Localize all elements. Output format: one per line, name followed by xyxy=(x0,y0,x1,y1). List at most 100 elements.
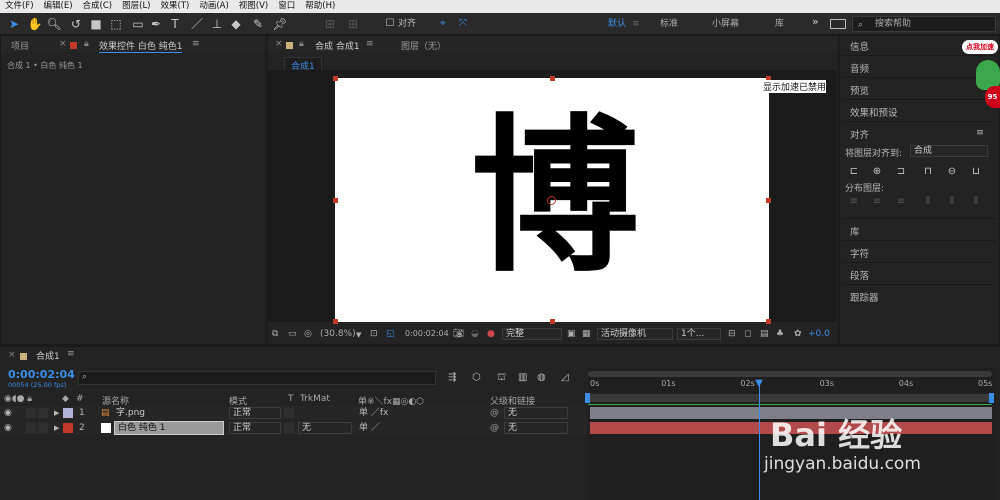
lock-icon[interactable]: 🔒︎ xyxy=(84,39,89,49)
rotate-tool-icon[interactable]: ↺ xyxy=(68,16,84,32)
roto-brush-tool-icon[interactable]: ✎ xyxy=(250,16,266,32)
trkmat-dropdown[interactable]: 无 xyxy=(298,422,352,434)
transform-handle[interactable] xyxy=(333,76,338,81)
workspace-library[interactable]: 库 xyxy=(775,17,784,31)
exposure-reset-icon[interactable]: ✿ xyxy=(794,329,802,339)
close-icon[interactable]: × xyxy=(8,350,16,360)
preview-panel-header[interactable]: 预览 xyxy=(850,83,869,97)
work-area-bar[interactable] xyxy=(588,394,992,402)
effects-presets-panel-header[interactable]: 效果和预设 xyxy=(850,105,898,119)
layer-switches-icons[interactable]: 单 ／fx xyxy=(359,406,388,420)
workspace-standard[interactable]: 标准 xyxy=(660,17,678,31)
expand-arrow-icon[interactable]: ▶ xyxy=(54,406,59,420)
world-axis-icon[interactable]: ⊞ xyxy=(345,16,361,32)
snapshot-icon[interactable]: 📷︎ xyxy=(453,329,464,339)
align-horizontal-center-icon[interactable]: ⊕ xyxy=(871,166,883,178)
layer-row[interactable]: ◉ ▶ 2 白色 纯色 1 正常 无 单 ／ @ 无 xyxy=(0,421,586,435)
zoom-level[interactable]: (30.8%) xyxy=(320,329,356,339)
tab-layer[interactable]: 图层（无） xyxy=(401,39,446,52)
workspace-default[interactable]: 默认 xyxy=(608,17,626,31)
search-help-input[interactable]: 搜索帮助 xyxy=(852,16,996,32)
navigator-bar[interactable] xyxy=(588,371,992,377)
label-color-swatch[interactable] xyxy=(63,408,73,418)
transform-handle[interactable] xyxy=(766,198,771,203)
menu-item[interactable]: 图层(L) xyxy=(117,0,155,13)
transform-handle[interactable] xyxy=(333,198,338,203)
toggle-pixel-aspect-icon[interactable]: ⊟ xyxy=(728,329,736,339)
show-snapshot-icon[interactable]: ◒ xyxy=(471,329,479,339)
align-left-icon[interactable]: ⊏ xyxy=(848,166,860,178)
work-area-end-handle[interactable] xyxy=(989,393,994,403)
motion-blur-icon[interactable]: ◍ xyxy=(537,372,546,383)
playhead[interactable] xyxy=(759,381,761,500)
sync-settings-icon[interactable] xyxy=(830,19,846,29)
align-vertical-center-icon[interactable]: ⊖ xyxy=(946,166,958,178)
flowchart-icon[interactable]: ♣ xyxy=(776,329,784,339)
panel-menu-icon[interactable]: ≡ xyxy=(366,39,374,49)
fast-preview-icon[interactable]: ◻ xyxy=(744,329,751,339)
panel-menu-icon[interactable]: ≡ xyxy=(976,127,984,138)
mask-visibility-icon[interactable]: ◱ xyxy=(386,329,395,339)
snap-checkbox[interactable]: ☐ xyxy=(382,16,398,32)
eye-icon[interactable]: ◉ xyxy=(4,421,12,435)
close-icon[interactable]: × xyxy=(59,39,67,49)
local-axis-icon[interactable]: ⊞ xyxy=(322,16,338,32)
menu-item[interactable]: 文件(F) xyxy=(0,0,39,13)
audio-panel-header[interactable]: 音频 xyxy=(850,61,869,75)
camera-tool-icon[interactable]: ■ xyxy=(88,16,104,32)
parent-dropdown[interactable]: 无 xyxy=(504,422,568,434)
menu-item[interactable]: 窗口 xyxy=(273,0,300,13)
frame-blending-icon[interactable]: ▥ xyxy=(518,372,527,383)
transform-handle[interactable] xyxy=(333,319,338,324)
blend-mode-dropdown[interactable]: 正常 xyxy=(229,407,281,419)
work-area-start-handle[interactable] xyxy=(585,393,590,403)
align-to-dropdown[interactable]: 合成 xyxy=(910,145,988,157)
tab-project[interactable]: 项目 xyxy=(11,39,29,52)
expand-arrow-icon[interactable]: ▶ xyxy=(54,421,59,435)
menu-item[interactable]: 效果(T) xyxy=(156,0,195,13)
current-time-display[interactable]: 0:00:02:04 xyxy=(8,368,75,381)
comp-viewer[interactable]: 博 显示加速已禁用 xyxy=(268,70,836,324)
tab-composition[interactable]: 合成 合成1 xyxy=(315,39,360,52)
label-color-swatch[interactable] xyxy=(63,423,73,433)
workspace-small-screen[interactable]: 小屏幕 xyxy=(712,17,739,31)
parent-dropdown[interactable]: 无 xyxy=(504,407,568,419)
pen-tool-icon[interactable]: ✒ xyxy=(148,16,164,32)
always-preview-icon[interactable]: ⧉ xyxy=(272,329,278,339)
close-icon[interactable]: × xyxy=(275,39,283,49)
pan-behind-tool-icon[interactable]: ⬚ xyxy=(108,16,124,32)
paragraph-panel-header[interactable]: 段落 xyxy=(850,268,869,282)
lock-icon[interactable]: 🔒︎ xyxy=(299,39,304,49)
lock-switch[interactable] xyxy=(38,423,48,433)
pickwhip-icon[interactable]: @ xyxy=(490,421,499,435)
layer-row[interactable]: ◉ ▶ 1 ▤ 字.png 正常 单 ／fx @ 无 xyxy=(0,406,586,420)
menu-item[interactable]: 合成(C) xyxy=(78,0,118,13)
region-of-interest-icon[interactable]: ▣ xyxy=(567,329,576,339)
exposure-value[interactable]: +0.0 xyxy=(808,329,830,339)
align-bottom-icon[interactable]: ⊔ xyxy=(970,166,982,178)
speed-up-badge[interactable]: 点我加速 xyxy=(962,40,998,54)
solo-switch[interactable] xyxy=(26,408,36,418)
tab-timeline-comp[interactable]: 合成1 xyxy=(36,349,60,362)
draft-3d-icon[interactable]: ⬡ xyxy=(472,372,481,383)
align-right-icon[interactable]: ⊐ xyxy=(895,166,907,178)
menu-item[interactable]: 帮助(H) xyxy=(300,0,340,13)
panel-menu-icon[interactable]: ≡ xyxy=(67,349,75,359)
workspace-menu-icon[interactable]: ≡ xyxy=(632,17,640,31)
solo-switch[interactable] xyxy=(26,423,36,433)
graph-editor-icon[interactable]: ◿ xyxy=(561,372,569,383)
zoom-tool-icon[interactable]: 🔍︎ xyxy=(46,16,62,32)
preserve-transparency-switch[interactable] xyxy=(284,408,294,418)
layer-switches-icons[interactable]: 单 ／ xyxy=(359,421,380,435)
clone-stamp-tool-icon[interactable]: ⊥ xyxy=(209,16,225,32)
safe-margins-icon[interactable]: ⊡ xyxy=(370,329,378,339)
menu-item[interactable]: 视图(V) xyxy=(234,0,273,13)
align-top-icon[interactable]: ⊓ xyxy=(922,166,934,178)
menu-item[interactable]: 动画(A) xyxy=(194,0,233,13)
blend-mode-dropdown[interactable]: 正常 xyxy=(229,422,281,434)
vr-icon[interactable]: ◎ xyxy=(304,329,312,339)
rectangle-tool-icon[interactable]: ▭ xyxy=(130,16,146,32)
composition-mini-flowchart-icon[interactable]: ⇶ xyxy=(448,372,456,383)
pickwhip-icon[interactable]: @ xyxy=(490,406,499,420)
panel-menu-icon[interactable]: ≡ xyxy=(192,39,200,49)
